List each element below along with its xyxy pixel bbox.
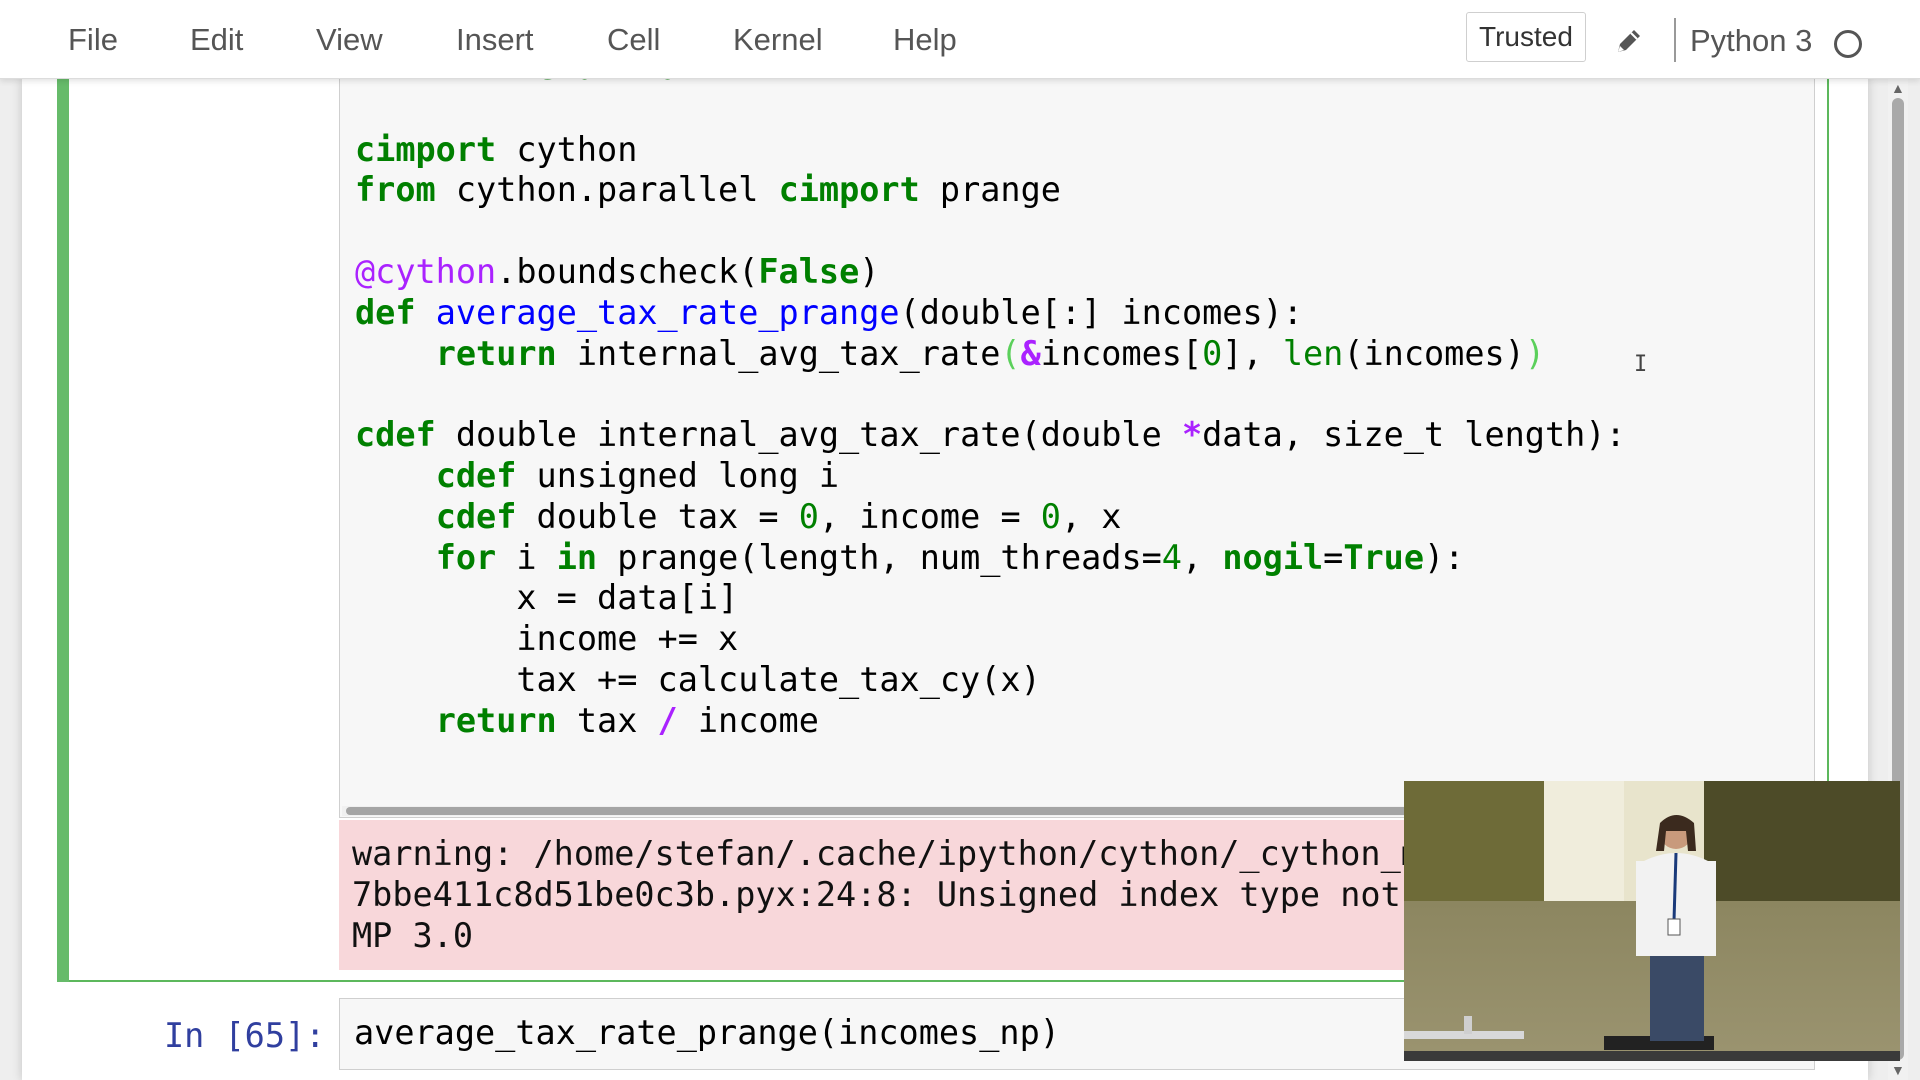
kernel-idle-circle-icon xyxy=(1834,30,1862,58)
code-line: from cython.parallel cimport prange xyxy=(355,170,1061,210)
warning-line: MP 3.0 xyxy=(352,915,474,955)
menu-help[interactable]: Help xyxy=(893,22,957,58)
pencil-icon[interactable] xyxy=(1612,24,1646,58)
cell-selection-bar xyxy=(57,78,69,982)
menubar: File Edit View Insert Cell Kernel Help T… xyxy=(0,0,1920,79)
code-line: cimport cython xyxy=(355,129,638,169)
code-line: return 0 xyxy=(355,78,677,87)
code-line: income += x xyxy=(355,619,739,659)
horizontal-scrollbar-thumb[interactable] xyxy=(346,807,1486,815)
text-cursor-icon: I xyxy=(1634,352,1648,377)
next-cell-code[interactable]: average_tax_rate_prange(incomes_np) xyxy=(354,1013,1060,1052)
trusted-indicator[interactable]: Trusted xyxy=(1466,12,1586,62)
scroll-down-icon[interactable]: ▼ xyxy=(1891,1062,1905,1078)
code-line: @cython.boundscheck(False) xyxy=(355,251,880,291)
input-prompt: In [65]: xyxy=(164,1016,326,1055)
code-line: return internal_avg_tax_rate(&incomes[0]… xyxy=(435,333,1546,373)
code-cell-input[interactable]: return 0 cimport cython from cython.para… xyxy=(339,78,1815,818)
webcam-overlay xyxy=(1404,781,1900,1061)
warning-line: warning: /home/stefan/.cache/ipython/cyt… xyxy=(352,834,1421,873)
scroll-up-icon[interactable]: ▲ xyxy=(1891,80,1905,96)
code-line: cdef unsigned long i xyxy=(435,455,840,495)
menu-cell[interactable]: Cell xyxy=(607,22,660,58)
code-line: def average_tax_rate_prange(double[:] in… xyxy=(355,292,1303,332)
code-editor[interactable]: return 0 cimport cython from cython.para… xyxy=(355,78,1626,742)
warning-text: warning: /home/stefan/.cache/ipython/cyt… xyxy=(352,834,1421,956)
code-line: tax += calculate_tax_cy(x) xyxy=(355,659,1041,699)
menu-separator xyxy=(1674,18,1676,62)
kernel-name: Python 3 xyxy=(1690,23,1813,58)
menu-edit[interactable]: Edit xyxy=(190,22,243,58)
menu-view[interactable]: View xyxy=(316,22,383,58)
code-line: x = data[i] xyxy=(355,578,739,618)
code-line: for i in prange(length, num_threads=4, n… xyxy=(435,537,1465,577)
menu-kernel[interactable]: Kernel xyxy=(733,22,823,58)
code-line: return tax / income xyxy=(435,700,819,740)
menu-insert[interactable]: Insert xyxy=(456,22,534,58)
warning-line: 7bbe411c8d51be0c3b.pyx:24:8: Unsigned in… xyxy=(352,874,1401,914)
code-line: cdef double tax = 0, income = 0, x xyxy=(435,496,1122,536)
code-line: cdef double internal_avg_tax_rate(double… xyxy=(355,415,1626,455)
speaker-video-frame xyxy=(1404,781,1900,1061)
menu-file[interactable]: File xyxy=(68,22,118,58)
